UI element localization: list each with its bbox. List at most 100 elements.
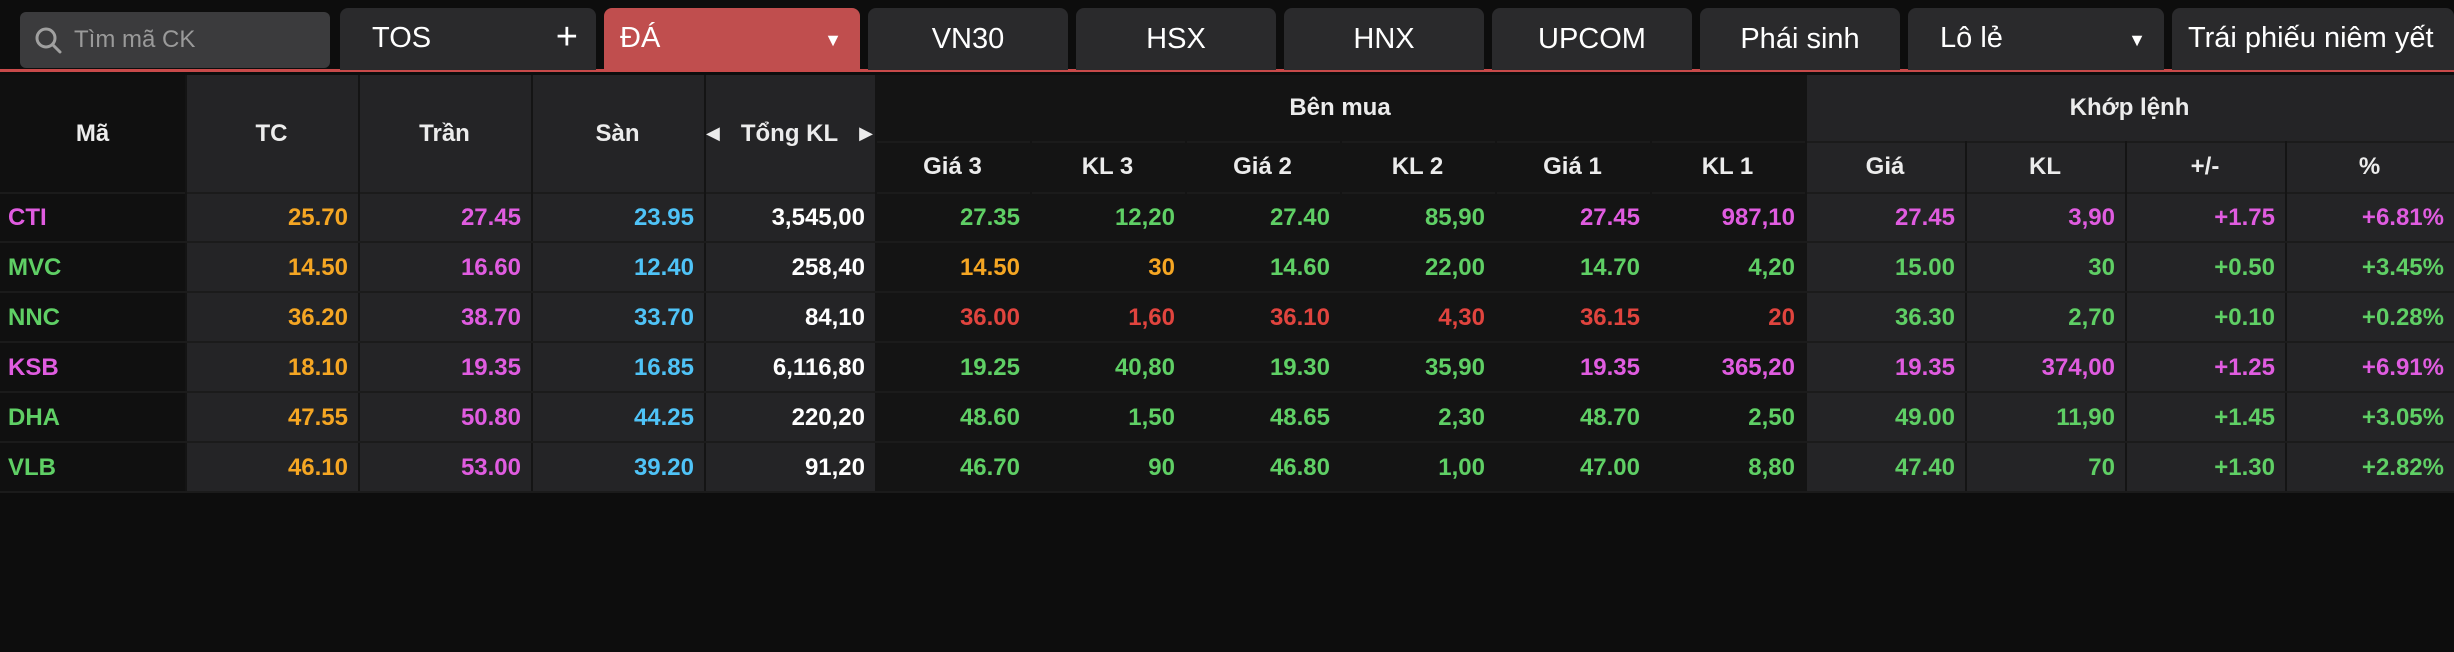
cell-tongkl: 6,116,80 [772, 354, 865, 381]
tab-tos[interactable]: TOS + [340, 8, 596, 70]
table-row[interactable]: CTI 25.70 27.45 23.95 3,545,00 27.35 12,20 27.4… [0, 193, 2454, 243]
header-tong-kl[interactable]: ◀ Tổng KL ▶ [704, 75, 875, 193]
cell-san: 33.70 [633, 304, 694, 331]
cell-tongkl: 220,20 [791, 404, 865, 431]
table-row[interactable]: KSB 18.10 19.35 16.85 6,116,80 19.25 40,80 19.3… [0, 343, 2454, 393]
tab-upcom-label: UPCOM [1538, 22, 1646, 55]
table-row[interactable]: DHA 47.55 50.80 44.25 220,20 48.60 1,50 48.65 2,… [0, 393, 2454, 443]
table-row[interactable]: VLB 46.10 53.00 39.20 91,20 46.70 90 46.80 1,00 4… [0, 443, 2454, 493]
row-divider [0, 491, 2454, 493]
cell-kl: 3,90 [2068, 204, 2115, 231]
search-icon [35, 27, 62, 54]
cell-kl: 2,70 [2068, 304, 2115, 331]
tab-upcom[interactable]: UPCOM [1492, 8, 1692, 70]
tab-hnx[interactable]: HNX [1284, 8, 1484, 70]
cell-gia1: 36.15 [1579, 304, 1640, 331]
header-gia: Giá [1865, 153, 1905, 180]
scroll-left-icon[interactable]: ◀ [706, 123, 720, 144]
cell-kl2: 85,90 [1424, 204, 1485, 231]
tab-vn30-label: VN30 [931, 22, 1005, 55]
cell-gia2: 48.65 [1269, 404, 1330, 431]
header-kl2: KL 2 [1391, 153, 1444, 180]
cell-kl3: 30 [1148, 254, 1175, 281]
cell-tran: 53.00 [460, 454, 521, 481]
cell-kl3: 12,20 [1114, 204, 1175, 231]
cell-change: +1.30 [2214, 454, 2275, 481]
header-san: Sàn [595, 120, 640, 147]
cell-sym[interactable]: VLB [0, 443, 185, 493]
cell-gia1: 14.70 [1579, 254, 1640, 281]
chevron-down-icon[interactable]: ▼ [824, 30, 842, 51]
cell-san: 44.25 [633, 404, 694, 431]
add-icon[interactable]: + [556, 16, 578, 59]
tab-tos-label: TOS [372, 22, 432, 54]
tab-trai-phieu[interactable]: Trái phiếu niêm yết [2172, 8, 2454, 70]
table-row[interactable]: NNC 36.20 38.70 33.70 84,10 36.00 1,60 36.10 4,3… [0, 293, 2454, 343]
header-kl3: KL 3 [1081, 153, 1134, 180]
header-kl1: KL 1 [1701, 153, 1754, 180]
cell-sym[interactable]: KSB [0, 343, 185, 393]
cell-sym[interactable]: DHA [0, 393, 185, 443]
tab-lo-le[interactable]: Lô lẻ ▼ [1908, 8, 2164, 70]
cell-gia3: 46.70 [959, 454, 1020, 481]
search-box[interactable] [20, 12, 330, 68]
cell-gia1: 19.35 [1579, 354, 1640, 381]
cell-tongkl: 91,20 [804, 454, 865, 481]
cell-change: +1.75 [2214, 204, 2275, 231]
chevron-down-icon[interactable]: ▼ [2128, 30, 2146, 51]
tab-phai-sinh-label: Phái sinh [1740, 22, 1860, 55]
tab-da-label: ĐÁ [620, 22, 661, 54]
top-tab-bar: TOS + ĐÁ ▼ VN30 HSX HNX UPCOM Phái sinh … [0, 0, 2454, 72]
header-change: +/- [2190, 153, 2220, 180]
cell-kl2: 4,30 [1438, 304, 1485, 331]
header-gia1: Giá 1 [1543, 153, 1602, 180]
tab-hsx[interactable]: HSX [1076, 8, 1276, 70]
cell-gia3: 19.25 [959, 354, 1020, 381]
cell-kl1: 2,50 [1748, 404, 1795, 431]
cell-san: 16.85 [633, 354, 694, 381]
cell-change: +0.50 [2214, 254, 2275, 281]
tab-phai-sinh[interactable]: Phái sinh [1700, 8, 1900, 70]
cell-pct: +6.91% [2361, 354, 2444, 381]
header-ma: Mã [75, 120, 110, 147]
tab-da[interactable]: ĐÁ ▼ [604, 8, 860, 70]
cell-sym[interactable]: MVC [0, 243, 185, 293]
header-gia3: Giá 3 [923, 153, 982, 180]
cell-kl2: 22,00 [1424, 254, 1485, 281]
cell-kl: 374,00 [2041, 354, 2115, 381]
cell-gia3: 36.00 [959, 304, 1020, 331]
cell-gia3: 48.60 [959, 404, 1020, 431]
cell-tc: 14.50 [287, 254, 348, 281]
header-tran: Trần [419, 120, 470, 147]
tab-hsx-label: HSX [1146, 22, 1206, 55]
cell-kl1: 365,20 [1721, 354, 1795, 381]
cell-gia2: 36.10 [1269, 304, 1330, 331]
cell-kl2: 1,00 [1438, 454, 1485, 481]
cell-kl1: 4,20 [1748, 254, 1795, 281]
tab-hnx-label: HNX [1353, 22, 1415, 55]
cell-tran: 38.70 [460, 304, 521, 331]
scroll-right-icon[interactable]: ▶ [859, 123, 873, 144]
cell-gia3: 27.35 [959, 204, 1020, 231]
header-pct: % [2358, 153, 2381, 180]
header-tc: TC [255, 120, 288, 147]
cell-tongkl: 258,40 [791, 254, 865, 281]
cell-tran: 19.35 [460, 354, 521, 381]
tab-vn30[interactable]: VN30 [868, 8, 1068, 70]
cell-gia: 15.00 [1894, 254, 1955, 281]
cell-gia: 36.30 [1894, 304, 1955, 331]
search-input[interactable] [74, 22, 314, 58]
table-row[interactable]: MVC 14.50 16.60 12.40 258,40 14.50 30 14.60 22,0… [0, 243, 2454, 293]
cell-gia1: 48.70 [1579, 404, 1640, 431]
header-kl: KL [2029, 153, 2061, 180]
cell-tc: 18.10 [287, 354, 348, 381]
cell-kl2: 2,30 [1438, 404, 1485, 431]
cell-gia: 27.45 [1894, 204, 1955, 231]
cell-sym[interactable]: CTI [0, 193, 185, 243]
cell-tongkl: 84,10 [804, 304, 865, 331]
cell-gia: 49.00 [1894, 404, 1955, 431]
cell-kl1: 987,10 [1721, 204, 1795, 231]
cell-gia: 19.35 [1894, 354, 1955, 381]
cell-sym[interactable]: NNC [0, 293, 185, 343]
cell-san: 23.95 [633, 204, 694, 231]
